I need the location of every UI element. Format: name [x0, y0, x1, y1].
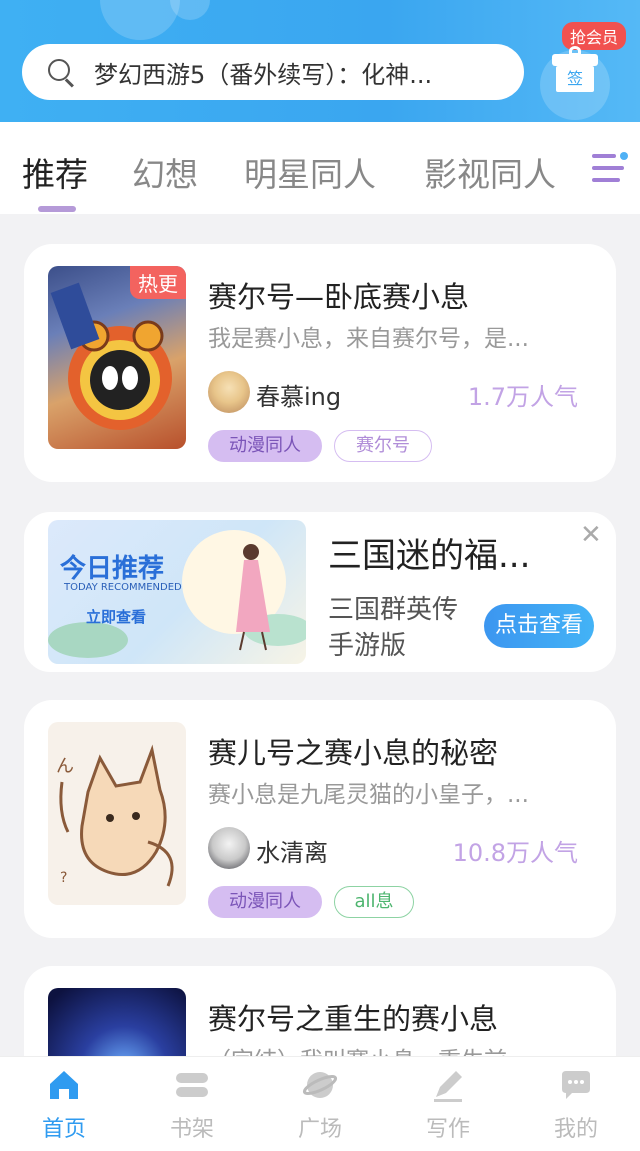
book-cover[interactable]: 热更 — [48, 266, 186, 449]
category-tabs: 推荐 幻想 明星同人 影视同人 — [0, 122, 640, 214]
category-menu-icon[interactable] — [590, 150, 630, 186]
chat-icon — [558, 1067, 594, 1103]
book-cover[interactable]: ん ? — [48, 722, 186, 905]
nav-home-label: 首页 — [41, 1117, 86, 1142]
author-avatar[interactable] — [208, 827, 250, 869]
popularity-count: 1.7万人气 — [467, 383, 578, 411]
genre-tag[interactable]: 动漫同人 — [208, 430, 322, 462]
ad-card[interactable]: 今日推荐 TODAY RECOMMENDED 立即查看 三国迷的福... 三国群… — [24, 512, 616, 672]
topic-tag[interactable]: all息 — [334, 886, 414, 918]
nav-me[interactable]: 我的 — [536, 1067, 616, 1143]
popularity-count: 10.8万人气 — [452, 839, 578, 867]
active-tab-indicator — [38, 206, 76, 212]
ad-title[interactable]: 三国迷的福... — [328, 528, 530, 577]
bookshelf-icon — [174, 1067, 210, 1103]
nav-write-label: 写作 — [425, 1117, 470, 1142]
ad-banner-subtitle: TODAY RECOMMENDED — [64, 582, 182, 593]
genre-tag[interactable]: 动漫同人 — [208, 886, 322, 918]
hot-update-badge: 热更 — [130, 266, 186, 299]
author-name[interactable]: 水清离 — [256, 833, 328, 868]
ad-banner-cta: 立即查看 — [86, 608, 147, 626]
sign-in-gift-icon[interactable]: 签 — [552, 46, 598, 92]
author-avatar[interactable] — [208, 371, 250, 413]
pen-icon — [430, 1067, 466, 1103]
book-title[interactable]: 赛儿号之赛小息的秘密 — [208, 730, 498, 772]
nav-bookshelf[interactable]: 书架 — [152, 1067, 232, 1143]
search-placeholder: 梦幻西游5（番外续写）：化神... — [94, 60, 433, 89]
tab-fantasy[interactable]: 幻想 — [132, 148, 198, 196]
sign-label: 签 — [556, 66, 594, 92]
tab-film-fanfic[interactable]: 影视同人 — [424, 148, 556, 196]
tab-recommend[interactable]: 推荐 — [22, 148, 88, 196]
nav-me-label: 我的 — [553, 1117, 598, 1142]
nav-plaza[interactable]: 广场 — [280, 1067, 360, 1143]
ad-banner-title: 今日推荐 — [60, 554, 165, 584]
search-icon — [46, 57, 76, 88]
decor-bubble — [100, 0, 180, 40]
book-description: 赛小息是九尾灵猫的小皇子，... — [208, 782, 529, 808]
nav-home[interactable]: 首页 — [24, 1067, 104, 1143]
svg-text:?: ? — [60, 870, 67, 886]
book-card[interactable]: ん ? 赛儿号之赛小息的秘密 赛小息是九尾灵猫的小皇子，... 水清离 10.8… — [24, 700, 616, 938]
tab-celebrity-fanfic[interactable]: 明星同人 — [244, 148, 376, 196]
app-header: 梦幻西游5（番外续写）：化神... 抢会员 签 — [0, 0, 640, 122]
ad-view-button[interactable]: 点击查看 — [484, 604, 594, 648]
book-description: 我是赛小息，来自赛尔号，是... — [208, 326, 529, 352]
search-bar[interactable]: 梦幻西游5（番外续写）：化神... — [22, 44, 524, 100]
planet-icon — [302, 1067, 338, 1103]
home-icon — [46, 1067, 82, 1103]
cat-cover-art: ん ? — [56, 744, 174, 887]
nav-write[interactable]: 写作 — [408, 1067, 488, 1143]
ad-banner[interactable]: 今日推荐 TODAY RECOMMENDED 立即查看 — [48, 520, 306, 664]
ad-subtitle: 三国群英传手游版 — [328, 595, 459, 661]
author-name[interactable]: 春慕ing — [256, 377, 341, 412]
topic-tag[interactable]: 赛尔号 — [334, 430, 432, 462]
bottom-navigation: 首页 书架 广场 写作 我的 — [0, 1056, 640, 1151]
book-title[interactable]: 赛尔号之重生的赛小息 — [208, 996, 498, 1038]
svg-text:ん: ん — [56, 756, 74, 777]
book-card[interactable]: 热更 赛尔号—卧底赛小息 我是赛小息，来自赛尔号，是... 春慕ing 1.7万… — [24, 244, 616, 482]
close-icon[interactable]: ✕ — [580, 520, 602, 550]
nav-plaza-label: 广场 — [297, 1117, 342, 1142]
book-title[interactable]: 赛尔号—卧底赛小息 — [208, 274, 469, 316]
nav-bookshelf-label: 书架 — [169, 1117, 214, 1142]
